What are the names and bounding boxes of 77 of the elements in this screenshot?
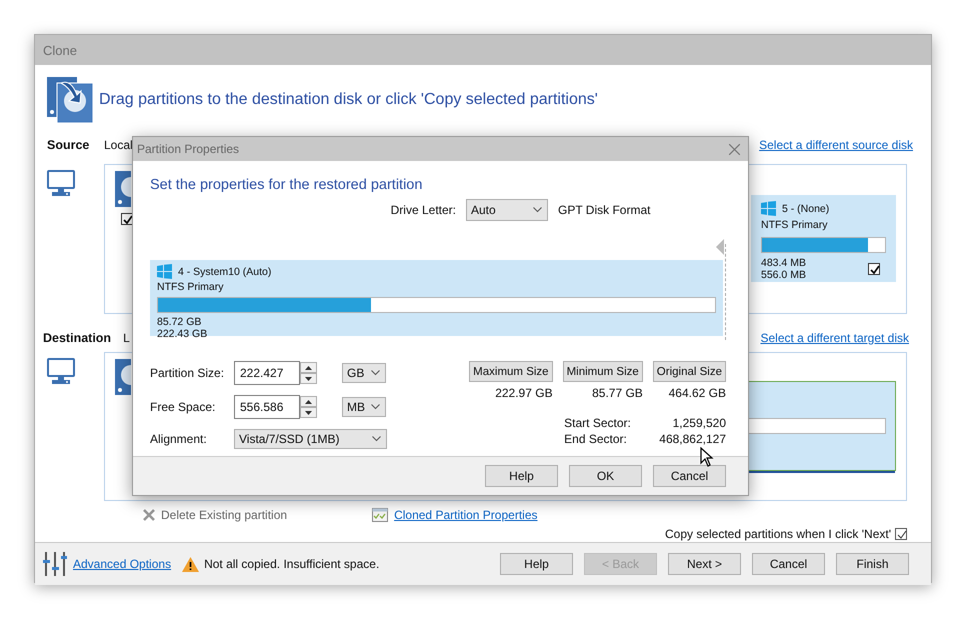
delete-x-icon — [143, 509, 155, 521]
sector-value: 1,259,520 — [672, 416, 726, 430]
windows-logo-icon — [157, 264, 172, 279]
target-disk-link[interactable]: Select a different target disk — [760, 331, 909, 345]
partition-checkbox[interactable] — [868, 263, 880, 275]
size-value: 464.62 GB — [668, 386, 726, 400]
wizard-button[interactable]: Cancel — [752, 553, 825, 575]
size-preset-button[interactable]: Original Size — [652, 361, 726, 382]
sector-label: Start Sector: — [564, 416, 631, 430]
size-value: 85.77 GB — [592, 386, 643, 400]
partition-type: NTFS Primary — [761, 219, 828, 231]
windows-logo-icon — [761, 201, 776, 216]
partition-title: 4 - System10 (Auto) — [178, 266, 272, 278]
partition-card[interactable]: 5 - (None) NTFS Primary 483.4 MB 556.0 MB — [751, 195, 896, 282]
used-size: 85.72 GB — [157, 316, 202, 328]
size-preset-button[interactable]: Minimum Size — [562, 361, 643, 382]
warning-message: Not all copied. Insufficient space. — [204, 557, 380, 571]
number-field[interactable]: 556.586 — [234, 395, 300, 419]
up-triangle-icon — [305, 366, 312, 370]
disk-format-label: GPT Disk Format — [558, 203, 652, 217]
sliders-icon — [43, 552, 67, 576]
close-icon[interactable] — [729, 144, 740, 154]
chevron-down-icon — [372, 436, 381, 442]
spin-down-button[interactable] — [300, 407, 317, 418]
dialog-heading: Set the properties for the restored partition — [150, 177, 424, 193]
partition-card[interactable]: 4 - System10 (Auto) NTFS Primary 85.72 GB 222.43 GB — [150, 260, 723, 336]
section-label: Destination — [43, 331, 112, 345]
spin-up-button[interactable] — [300, 362, 317, 373]
spin-down-button[interactable] — [300, 373, 317, 384]
advanced-options-link[interactable]: Advanced Options — [73, 557, 172, 571]
copy-option-label: Copy selected partitions when I click 'Next' — [664, 527, 891, 541]
total-size: 556.0 MB — [761, 269, 807, 281]
size-value: 222.97 GB — [495, 386, 553, 400]
alignment-dropdown[interactable]: Vista/7/SSD (1MB) — [234, 429, 387, 449]
sector-label: End Sector: — [564, 432, 627, 446]
dialog-button[interactable]: OK — [569, 465, 642, 487]
unit-dropdown[interactable]: MB — [342, 397, 386, 417]
copy-checkbox[interactable] — [895, 528, 907, 540]
field-label: Partition Size: — [150, 366, 226, 380]
disk-label: L — [123, 331, 130, 345]
warning-icon — [182, 556, 200, 572]
partition-title: 5 - (None) — [782, 202, 830, 214]
disk-label: Local — [104, 138, 133, 152]
down-triangle-icon — [305, 376, 312, 380]
disk-checkbox[interactable] — [121, 213, 133, 225]
section-label: Source — [47, 138, 90, 152]
field-label: Free Space: — [150, 400, 216, 414]
unit-dropdown[interactable]: GB — [342, 363, 386, 383]
properties-link[interactable]: Cloned Partition Properties — [394, 508, 538, 522]
wizard-button[interactable]: Finish — [836, 553, 909, 575]
dialog-button[interactable]: Cancel — [653, 465, 726, 487]
checklist-icon — [372, 508, 388, 522]
up-triangle-icon — [305, 400, 312, 404]
source-disk-link[interactable]: Select a different source disk — [759, 138, 913, 152]
chevron-down-icon — [371, 370, 380, 376]
chevron-down-icon — [533, 207, 542, 213]
mouse-pointer-icon — [700, 447, 714, 467]
chevron-down-icon — [371, 404, 380, 410]
drive-letter-label: Drive Letter: — [390, 203, 456, 217]
used-size: 483.4 MB — [761, 257, 807, 269]
size-preset-button[interactable]: Maximum Size — [469, 361, 553, 382]
computer-icon — [47, 358, 75, 386]
header-instruction: Drag partitions to the destination disk or click 'Copy selected partitions' — [99, 91, 598, 109]
dialog-title: Partition Properties — [137, 142, 240, 156]
number-field[interactable]: 222.427 — [234, 361, 300, 385]
sector-value: 468,862,127 — [659, 432, 726, 446]
computer-icon — [47, 170, 75, 198]
window-title: Clone — [43, 42, 77, 58]
field-label: Alignment: — [150, 432, 208, 446]
partition-type: NTFS Primary — [157, 281, 224, 293]
wizard-button[interactable]: Help — [500, 553, 573, 575]
drive-letter-dropdown[interactable]: Auto — [466, 199, 548, 221]
down-triangle-icon — [305, 410, 312, 414]
wizard-button[interactable]: Next > — [668, 553, 741, 575]
spin-up-button[interactable] — [300, 396, 317, 407]
dialog-button[interactable]: Help — [485, 465, 558, 487]
disk-clone-icon — [47, 77, 93, 123]
